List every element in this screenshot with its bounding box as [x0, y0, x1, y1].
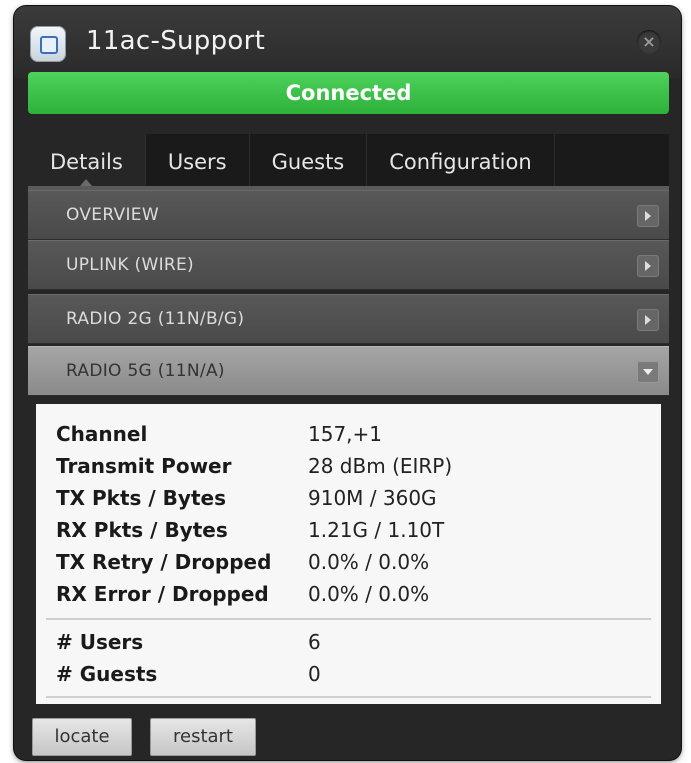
- device-panel: 11ac-Support × Connected Details Users G…: [14, 6, 681, 760]
- section-uplink[interactable]: UPLINK (WIRE): [28, 240, 669, 290]
- title-bar: 11ac-Support ×: [14, 6, 681, 78]
- tab-users[interactable]: Users: [146, 134, 250, 186]
- count-label: # Users: [56, 630, 144, 654]
- count-value: 6: [308, 630, 321, 654]
- stat-label: RX Pkts / Bytes: [56, 518, 228, 542]
- stat-label: TX Retry / Dropped: [56, 550, 272, 574]
- count-value: 0: [308, 662, 321, 686]
- chevron-right-icon[interactable]: [637, 309, 659, 331]
- device-title: 11ac-Support: [86, 26, 266, 56]
- device-icon: [30, 26, 66, 62]
- stat-value: 1.21G / 1.10T: [308, 518, 445, 542]
- stat-value: 157,+1: [308, 422, 383, 446]
- chevron-down-icon[interactable]: [637, 361, 659, 383]
- chevron-right-icon[interactable]: [637, 255, 659, 277]
- tab-configuration[interactable]: Configuration: [367, 134, 555, 186]
- tab-details[interactable]: Details: [28, 134, 146, 186]
- stat-value: 28 dBm (EIRP): [308, 454, 453, 478]
- locate-button[interactable]: locate: [32, 718, 132, 756]
- stat-value: 0.0% / 0.0%: [308, 550, 430, 574]
- connection-status: Connected: [28, 72, 669, 114]
- divider: [46, 696, 651, 698]
- stat-label: TX Pkts / Bytes: [56, 486, 226, 510]
- divider: [46, 618, 651, 620]
- stat-value: 0.0% / 0.0%: [308, 582, 430, 606]
- tab-bar: Details Users Guests Configuration: [28, 134, 669, 186]
- section-label: OVERVIEW: [66, 205, 159, 225]
- tab-guests[interactable]: Guests: [250, 134, 368, 186]
- stat-label: Transmit Power: [56, 454, 232, 478]
- section-radio-2g[interactable]: RADIO 2G (11N/B/G): [28, 294, 669, 344]
- section-label: RADIO 2G (11N/B/G): [66, 309, 245, 329]
- close-icon[interactable]: ×: [637, 30, 661, 54]
- section-overview[interactable]: OVERVIEW: [28, 190, 669, 240]
- chevron-right-icon[interactable]: [637, 205, 659, 227]
- stat-value: 910M / 360G: [308, 486, 437, 510]
- radio-5g-details: Channel 157,+1 Transmit Power 28 dBm (EI…: [36, 404, 661, 704]
- restart-button[interactable]: restart: [150, 718, 256, 756]
- section-label: RADIO 5G (11N/A): [66, 361, 225, 381]
- stat-label: Channel: [56, 422, 148, 446]
- stat-label: RX Error / Dropped: [56, 582, 269, 606]
- section-label: UPLINK (WIRE): [66, 255, 194, 275]
- count-label: # Guests: [56, 662, 158, 686]
- section-radio-5g[interactable]: RADIO 5G (11N/A): [28, 346, 669, 396]
